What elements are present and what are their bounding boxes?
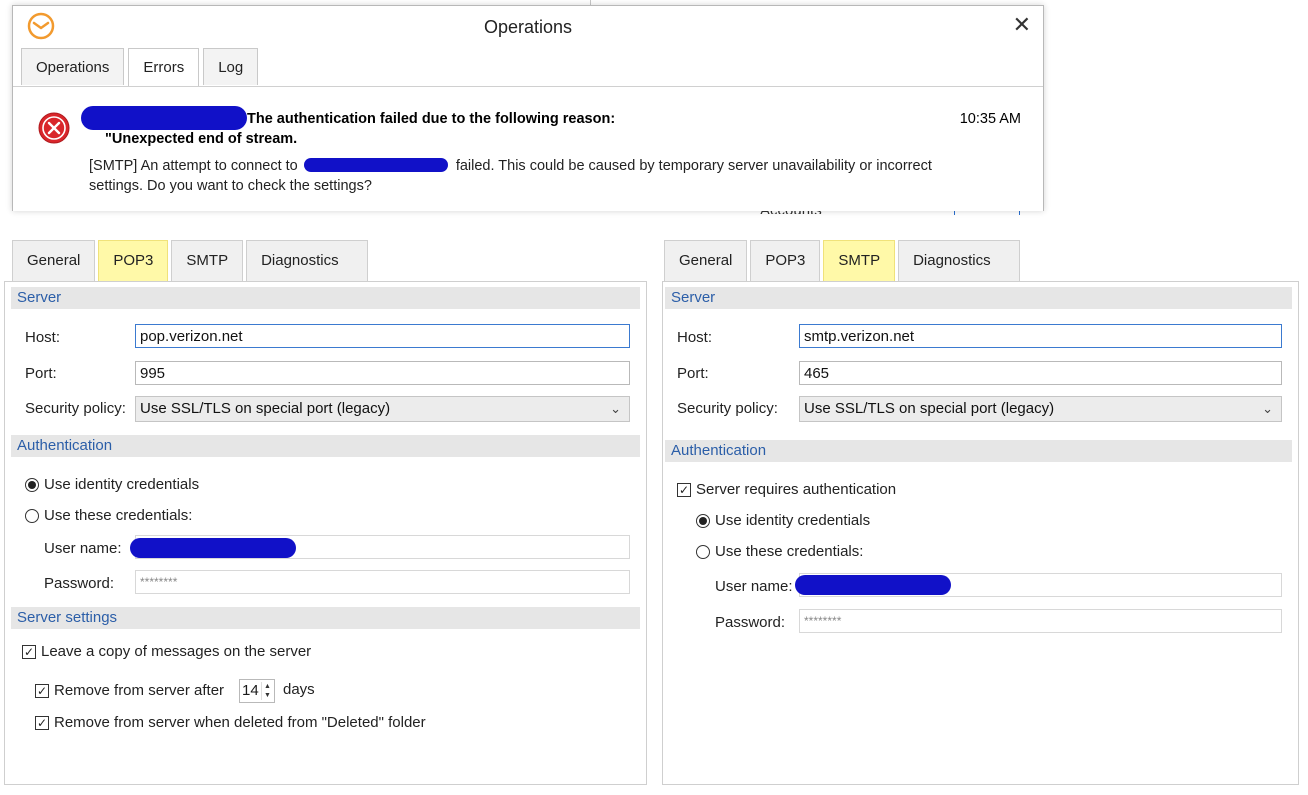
password-input[interactable] [799,609,1282,633]
these-credentials-label: Use these credentials: [715,543,864,560]
tab-general[interactable]: General [664,240,748,281]
port-input[interactable] [135,361,630,385]
pop3-settings-panel: General POP3 SMTP Diagnostics Server Hos… [4,240,647,785]
security-policy-select[interactable]: Use SSL/TLS on special port (legacy) ⌄ [799,396,1282,422]
smtp-panel-body: Server Host: Port: Security policy: Use … [662,281,1299,785]
server-requires-auth-label: Server requires authentication [696,481,897,498]
authentication-section-header: Authentication [11,435,640,457]
host-input[interactable] [799,324,1282,348]
port-label: Port: [25,365,57,382]
tab-smtp[interactable]: SMTP [823,240,896,281]
password-label: Password: [715,614,786,631]
authentication-section-header: Authentication [665,440,1292,462]
security-policy-label: Security policy: [25,400,126,417]
error-message-prefix: [SMTP] An attempt to connect to [89,158,298,174]
ops-tab-bar: Operations Errors Log [21,48,259,87]
server-section-header: Server [665,287,1292,309]
background-window-edge [0,0,12,210]
tab-pop3[interactable]: POP3 [98,240,169,281]
username-label: User name: [44,540,122,557]
security-policy-select[interactable]: Use SSL/TLS on special port (legacy) ⌄ [135,396,630,422]
radio-identity-credentials[interactable] [696,514,710,528]
error-headline: The authentication failed due to the fol… [247,111,616,127]
chevron-down-icon: ⌄ [1262,401,1273,416]
server-settings-section-header: Server settings [11,607,640,629]
these-credentials-label: Use these credentials: [44,507,193,524]
host-label: Host: [25,329,61,346]
tab-operations[interactable]: Operations [21,48,125,85]
redacted-account-name [81,106,247,130]
radio-these-credentials[interactable] [25,509,39,523]
pop3-panel-body: Server Host: Port: Security policy: Use … [4,281,647,785]
tab-divider [13,86,1043,87]
remove-after-days-value: 14 [242,682,259,699]
radio-identity-credentials[interactable] [25,478,39,492]
smtp-panel-tabs: General POP3 SMTP Diagnostics [664,240,1020,282]
close-icon[interactable]: ✕ [1013,12,1031,38]
smtp-settings-panel: General POP3 SMTP Diagnostics Server Hos… [662,240,1299,785]
password-label: Password: [44,575,115,592]
error-reason: "Unexpected end of stream. [105,131,298,147]
password-input[interactable] [135,570,630,594]
tab-general[interactable]: General [12,240,96,281]
operations-dialog: Operations ✕ Operations Errors Log The a… [12,5,1044,211]
tab-smtp[interactable]: SMTP [171,240,244,281]
redacted-username [130,538,296,558]
security-policy-label: Security policy: [677,400,778,417]
tab-log[interactable]: Log [203,48,259,85]
server-section-header: Server [11,287,640,309]
error-timestamp: 10:35 AM [959,111,1021,127]
error-message: [SMTP] An attempt to connect to failed. … [89,156,969,196]
redacted-server-name [303,158,448,172]
days-label: days [283,681,315,698]
username-label: User name: [715,578,793,595]
redacted-username [795,575,951,595]
host-input[interactable] [135,324,630,348]
port-label: Port: [677,365,709,382]
security-policy-value: Use SSL/TLS on special port (legacy) [140,400,391,417]
stepper-arrows-icon[interactable]: ▲ ▼ [261,682,273,700]
chevron-down-icon: ⌄ [610,401,621,416]
tab-diagnostics[interactable]: Diagnostics [898,240,1020,281]
error-icon [38,112,70,144]
tab-errors[interactable]: Errors [128,48,200,87]
remove-deleted-checkbox[interactable]: ✓ [35,716,49,730]
identity-credentials-label: Use identity credentials [715,512,871,529]
leave-copy-label: Leave a copy of messages on the server [41,643,312,660]
remove-after-checkbox[interactable]: ✓ [35,684,49,698]
security-policy-value: Use SSL/TLS on special port (legacy) [804,400,1055,417]
pop3-panel-tabs: General POP3 SMTP Diagnostics [12,240,368,282]
remove-deleted-label: Remove from server when deleted from "De… [54,714,426,731]
port-input[interactable] [799,361,1282,385]
remove-after-label: Remove from server after [54,682,225,699]
tab-pop3[interactable]: POP3 [750,240,821,281]
radio-these-credentials[interactable] [696,545,710,559]
tab-diagnostics[interactable]: Diagnostics [246,240,368,281]
host-label: Host: [677,329,713,346]
remove-after-days-stepper[interactable]: 14 ▲ ▼ [239,679,275,703]
leave-copy-checkbox[interactable]: ✓ [22,645,36,659]
dialog-title: Operations [483,17,573,37]
identity-credentials-label: Use identity credentials [44,476,200,493]
server-requires-auth-checkbox[interactable]: ✓ [677,483,691,497]
